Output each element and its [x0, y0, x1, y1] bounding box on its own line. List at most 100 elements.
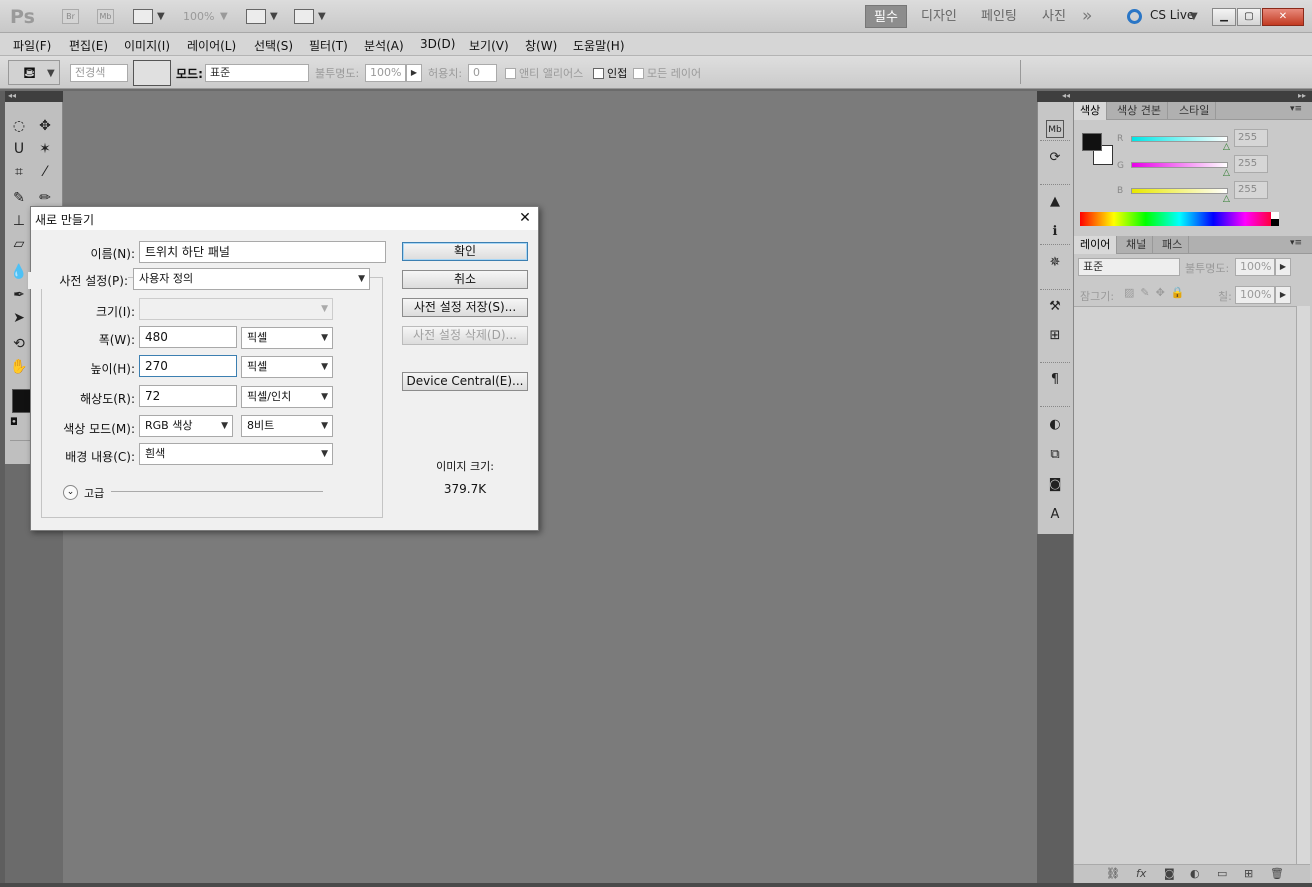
- dialog-close-icon[interactable]: ✕: [517, 210, 533, 226]
- height-input[interactable]: 270: [139, 355, 237, 377]
- cs-live-chevron-down-icon[interactable]: ▼: [1190, 11, 1198, 22]
- menu-select[interactable]: 선택(S): [254, 37, 293, 54]
- magic-wand-tool-icon[interactable]: ✶: [35, 139, 55, 159]
- menu-file[interactable]: 파일(F): [13, 37, 51, 54]
- mini-bridge-icon[interactable]: Mb: [1046, 120, 1064, 138]
- workspace-painting[interactable]: 페인팅: [973, 5, 1025, 28]
- new-group-icon[interactable]: ▭: [1217, 867, 1227, 880]
- cancel-button[interactable]: 취소: [402, 270, 528, 289]
- cs-live-menu[interactable]: CS Live: [1150, 8, 1194, 22]
- menu-view[interactable]: 보기(V): [469, 37, 509, 54]
- brush-tool-icon[interactable]: ✏: [35, 188, 55, 208]
- panel-dock-collapse[interactable]: ◂◂: [1037, 91, 1073, 102]
- right-panel-collapse[interactable]: ▸▸: [1073, 91, 1312, 102]
- advanced-label[interactable]: 고급: [84, 485, 104, 501]
- menu-filter[interactable]: 필터(T): [309, 37, 348, 54]
- tool-preset-picker[interactable]: ⛾ ▼: [8, 60, 60, 85]
- tools-panel-collapse[interactable]: ◂◂: [5, 91, 63, 102]
- fill-source-select[interactable]: 전경색: [70, 64, 128, 82]
- color-mode-select[interactable]: RGB 색상 ▼: [139, 415, 233, 437]
- channel-r-value[interactable]: 255: [1234, 129, 1268, 147]
- more-workspaces-icon[interactable]: »: [1082, 6, 1092, 26]
- layers-panel-menu-icon[interactable]: ▾≡: [1290, 238, 1302, 248]
- tab-paths[interactable]: 패스: [1156, 236, 1190, 254]
- layers-scrollbar[interactable]: [1296, 306, 1310, 864]
- workspace-photography[interactable]: 사진: [1034, 5, 1074, 28]
- layer-style-icon[interactable]: fx: [1136, 867, 1146, 880]
- adjustment-layer-icon[interactable]: ◐: [1190, 867, 1200, 880]
- channel-g-thumb[interactable]: △: [1223, 168, 1230, 178]
- bridge-button[interactable]: Br: [62, 9, 79, 24]
- channel-b-value[interactable]: 255: [1234, 181, 1268, 199]
- color-panel-menu-icon[interactable]: ▾≡: [1290, 104, 1302, 114]
- menu-3d[interactable]: 3D(D): [420, 37, 455, 51]
- menu-analysis[interactable]: 분석(A): [364, 37, 404, 54]
- antialias-checkbox[interactable]: [505, 68, 516, 79]
- size-select[interactable]: ▼: [139, 298, 333, 320]
- save-preset-button[interactable]: 사전 설정 저장(S)...: [402, 298, 528, 317]
- menu-layer[interactable]: 레이어(L): [187, 37, 236, 54]
- layer-fill-input[interactable]: 100%: [1235, 286, 1275, 304]
- opacity-input[interactable]: 100%: [365, 64, 406, 82]
- channel-r-slider[interactable]: [1131, 136, 1228, 142]
- menu-edit[interactable]: 편집(E): [69, 37, 108, 54]
- close-window-button[interactable]: ✕: [1262, 8, 1304, 26]
- lasso-tool-icon[interactable]: ᑌ: [9, 139, 29, 159]
- blur-tool-icon[interactable]: 💧: [9, 262, 29, 282]
- tool-presets-icon[interactable]: ⚒: [1046, 298, 1064, 316]
- all-layers-checkbox[interactable]: [633, 68, 644, 79]
- eyedropper-tool-icon[interactable]: ⁄: [35, 162, 55, 182]
- foreground-color-swatch[interactable]: [12, 389, 32, 413]
- menu-image[interactable]: 이미지(I): [124, 37, 170, 54]
- layer-blend-mode-select[interactable]: 표준: [1078, 258, 1180, 276]
- hand-tool-icon[interactable]: ✋: [9, 357, 29, 377]
- document-name-input[interactable]: 트위치 하단 패널: [139, 241, 386, 263]
- opacity-slider-button[interactable]: ▶: [406, 64, 422, 82]
- character-icon[interactable]: A: [1046, 506, 1064, 524]
- eraser-tool-icon[interactable]: ▱: [9, 234, 29, 254]
- stamp-tool-icon[interactable]: ⊥: [9, 211, 29, 231]
- camera-icon[interactable]: ◙: [1046, 476, 1064, 494]
- workspace-essentials[interactable]: 필수: [865, 5, 907, 28]
- delete-preset-button[interactable]: 사전 설정 삭제(D)...: [402, 326, 528, 345]
- dialog-title-bar[interactable]: 새로 만들기 ✕: [31, 207, 538, 230]
- path-select-tool-icon[interactable]: ➤: [9, 308, 29, 328]
- tab-color[interactable]: 색상: [1074, 102, 1108, 120]
- channel-g-slider[interactable]: [1131, 162, 1228, 168]
- screen-mode-chevron-down-icon[interactable]: ▼: [318, 11, 326, 22]
- spectrum-white-chip[interactable]: [1271, 212, 1279, 219]
- delete-layer-icon[interactable]: 🗑: [1270, 867, 1284, 880]
- link-layers-icon[interactable]: ⛓: [1106, 867, 1120, 880]
- layer-fill-slider-button[interactable]: ▶: [1275, 286, 1291, 304]
- menu-help[interactable]: 도움말(H): [573, 37, 625, 54]
- tab-layers[interactable]: 레이어: [1074, 236, 1118, 254]
- new-layer-icon[interactable]: ⊞: [1244, 867, 1253, 880]
- view-extras-icon[interactable]: [133, 9, 153, 24]
- spectrum-black-chip[interactable]: [1271, 219, 1279, 226]
- layer-opacity-input[interactable]: 100%: [1235, 258, 1275, 276]
- ok-button[interactable]: 확인: [402, 242, 528, 261]
- arrange-documents-icon[interactable]: [246, 9, 266, 24]
- resolution-unit-select[interactable]: 픽셀/인치 ▼: [241, 386, 333, 408]
- maximize-button[interactable]: ▢: [1237, 8, 1261, 26]
- layers-list[interactable]: [1074, 306, 1298, 864]
- masks-icon[interactable]: ⧉: [1046, 446, 1064, 464]
- layer-mask-icon[interactable]: ◙: [1164, 867, 1175, 880]
- arrange-chevron-down-icon[interactable]: ▼: [270, 11, 278, 22]
- tab-channels[interactable]: 채널: [1120, 236, 1154, 254]
- channel-b-slider[interactable]: [1131, 188, 1228, 194]
- height-unit-select[interactable]: 픽셀 ▼: [241, 356, 333, 378]
- marquee-tool-icon[interactable]: ◌: [9, 116, 29, 136]
- workspace-design[interactable]: 디자인: [913, 5, 965, 28]
- mini-bridge-button[interactable]: Mb: [97, 9, 114, 24]
- advanced-expand-icon[interactable]: ⌄: [63, 485, 78, 500]
- move-tool-icon[interactable]: ✥: [35, 116, 55, 136]
- histogram-icon[interactable]: ▲: [1046, 193, 1064, 211]
- tab-styles[interactable]: 스타일: [1173, 102, 1217, 120]
- minimize-button[interactable]: ▁: [1212, 8, 1236, 26]
- preset-select[interactable]: 사용자 정의 ▼: [133, 268, 370, 290]
- rotate-view-tool-icon[interactable]: ⟲: [9, 334, 29, 354]
- background-contents-select[interactable]: 흰색 ▼: [139, 443, 333, 465]
- cs-live-icon[interactable]: [1127, 9, 1142, 24]
- contiguous-checkbox[interactable]: [593, 68, 604, 79]
